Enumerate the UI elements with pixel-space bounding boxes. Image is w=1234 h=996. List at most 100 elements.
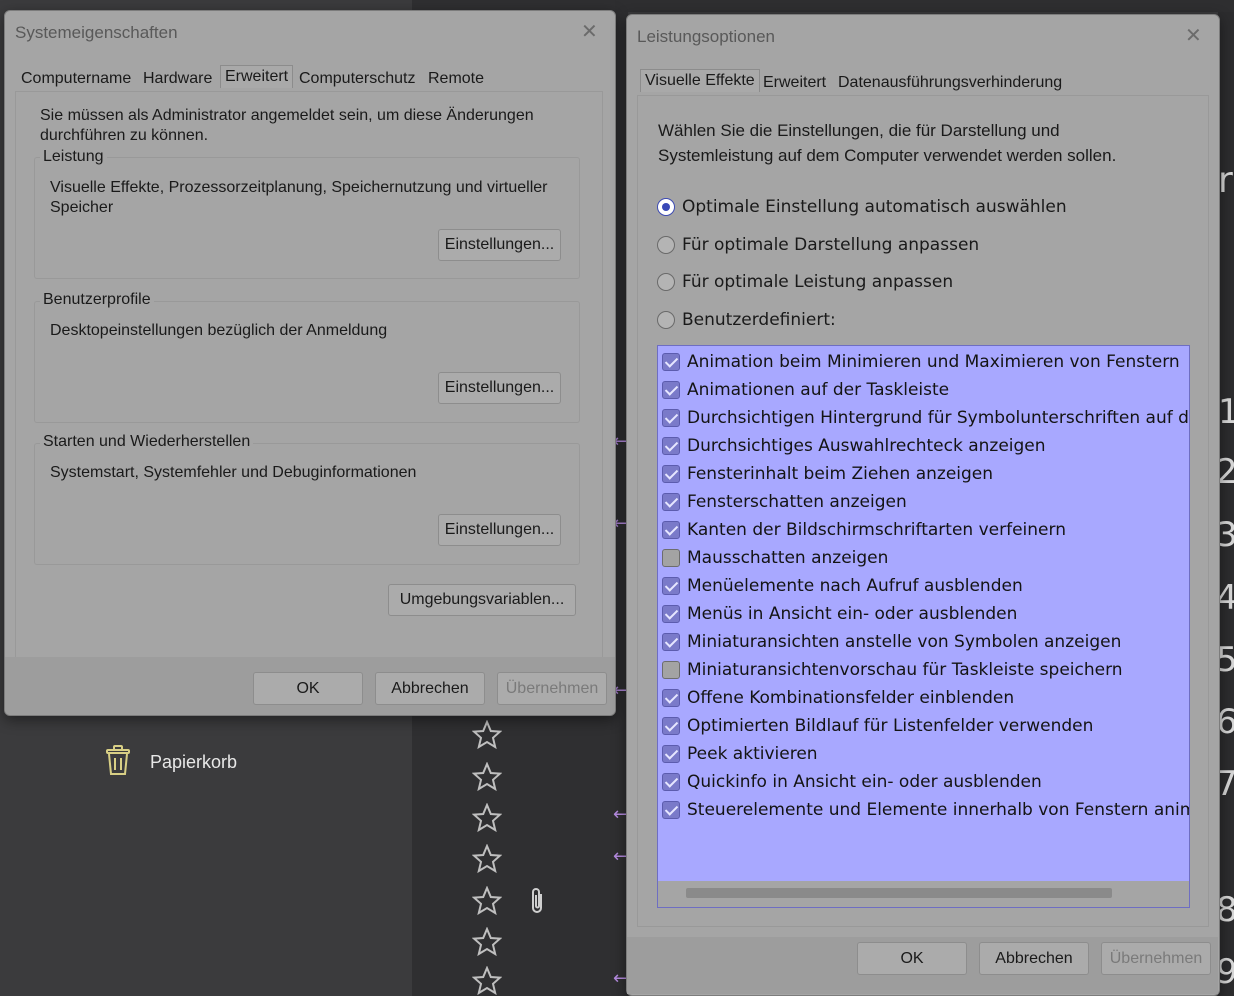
list-item[interactable]: Menüs in Ansicht ein- oder ausblenden (662, 600, 1017, 628)
checkbox[interactable] (662, 437, 680, 455)
radio-button[interactable] (657, 236, 675, 254)
background-top-strip (615, 0, 1234, 12)
checkbox[interactable] (662, 801, 680, 819)
checkbox[interactable] (662, 353, 680, 371)
list-item-label: Animationen auf der Taskleiste (687, 380, 950, 400)
star-icon[interactable] (472, 966, 502, 996)
list-item[interactable]: Miniaturansichtenvorschau für Taskleiste… (662, 656, 1123, 684)
radio-best-performance[interactable]: Für optimale Leistung anpassen (657, 272, 953, 292)
tab-computerschutz[interactable]: Computerschutz (299, 70, 416, 88)
star-icon[interactable] (472, 886, 502, 916)
list-item[interactable]: Quickinfo in Ansicht ein- oder ausblende… (662, 768, 1042, 796)
background-glyph: ra (1218, 160, 1234, 201)
checkbox[interactable] (662, 661, 680, 679)
checkbox[interactable] (662, 493, 680, 511)
list-item[interactable]: Offene Kombinationsfelder einblenden (662, 684, 1014, 712)
benutzerprofile-settings-button[interactable]: Einstellungen... (438, 372, 561, 404)
list-item[interactable]: Fensterschatten anzeigen (662, 488, 907, 516)
list-item[interactable]: Durchsichtiges Auswahlrechteck anzeigen (662, 432, 1046, 460)
checkbox[interactable] (662, 717, 680, 735)
list-item[interactable]: Fensterinhalt beim Ziehen anzeigen (662, 460, 993, 488)
checkbox[interactable] (662, 745, 680, 763)
tab-hardware[interactable]: Hardware (143, 70, 212, 88)
list-item-label: Miniaturansichtenvorschau für Taskleiste… (687, 660, 1123, 680)
checkbox[interactable] (662, 689, 680, 707)
list-item[interactable]: Durchsichtigen Hintergrund für Symbolunt… (662, 404, 1189, 432)
list-item[interactable]: Optimierten Bildlauf für Listenfelder ve… (662, 712, 1093, 740)
list-item[interactable]: Menüelemente nach Aufruf ausblenden (662, 572, 1023, 600)
list-item[interactable]: Peek aktivieren (662, 740, 818, 768)
tab-remote[interactable]: Remote (428, 70, 484, 88)
radio-label: Optimale Einstellung automatisch auswähl… (682, 197, 1067, 217)
list-item-label: Durchsichtiges Auswahlrechteck anzeigen (687, 436, 1046, 456)
list-item-label: Quickinfo in Ansicht ein- oder ausblende… (687, 772, 1042, 792)
background-right-edge (1218, 0, 1234, 996)
leistung-settings-button[interactable]: Einstellungen... (438, 229, 561, 261)
list-item[interactable]: Mausschatten anzeigen (662, 544, 888, 572)
close-icon[interactable]: ✕ (581, 19, 598, 44)
radio-label: Für optimale Leistung anpassen (682, 272, 954, 292)
list-item-label: Peek aktivieren (687, 744, 818, 764)
list-item[interactable]: Miniaturansichten anstelle von Symbolen … (662, 628, 1121, 656)
list-item-label: Menüelemente nach Aufruf ausblenden (687, 576, 1023, 596)
apply-button[interactable]: Übernehmen (1101, 942, 1211, 975)
starten-settings-button[interactable]: Einstellungen... (438, 514, 561, 546)
radio-button-selected[interactable] (657, 198, 675, 216)
list-item-label: Mausschatten anzeigen (687, 548, 889, 568)
radio-best-appearance[interactable]: Für optimale Darstellung anpassen (657, 235, 979, 255)
checkbox[interactable] (662, 773, 680, 791)
close-icon[interactable]: ✕ (1185, 23, 1202, 48)
radio-custom[interactable]: Benutzerdefiniert: (657, 310, 836, 330)
star-icon[interactable] (472, 844, 502, 874)
cancel-button[interactable]: Abbrechen (375, 672, 485, 705)
radio-button[interactable] (657, 311, 675, 329)
checkbox[interactable] (662, 521, 680, 539)
attachment-icon (532, 888, 542, 913)
list-item-label: Kanten der Bildschirmschriftarten verfei… (687, 520, 1066, 540)
checkbox[interactable] (662, 409, 680, 427)
system-properties-window: Systemeigenschaften ✕ Computername Hardw… (4, 10, 616, 716)
checkbox[interactable] (662, 577, 680, 595)
radio-button[interactable] (657, 273, 675, 291)
star-icon[interactable] (472, 720, 502, 750)
checkbox[interactable] (662, 549, 680, 567)
tab-computername[interactable]: Computername (21, 70, 131, 88)
checkbox[interactable] (662, 605, 680, 623)
list-item-label: Optimierten Bildlauf für Listenfelder ve… (687, 716, 1094, 736)
list-item-label: Steuerelemente und Elemente innerhalb vo… (687, 800, 1190, 820)
list-item[interactable]: Kanten der Bildschirmschriftarten verfei… (662, 516, 1066, 544)
star-icon[interactable] (472, 762, 502, 792)
star-icon[interactable] (472, 803, 502, 833)
visual-effects-list[interactable]: Animation beim Minimieren und Maximieren… (657, 345, 1190, 908)
horizontal-scrollbar[interactable] (658, 881, 1189, 907)
radio-auto[interactable]: Optimale Einstellung automatisch auswähl… (657, 197, 1067, 217)
cancel-button[interactable]: Abbrechen (979, 942, 1089, 975)
group-benutzerprofile (34, 301, 580, 423)
radio-label: Benutzerdefiniert: (682, 310, 836, 330)
checkbox[interactable] (662, 381, 680, 399)
apply-button[interactable]: Übernehmen (497, 672, 607, 705)
trash-icon (104, 744, 132, 780)
recycle-bin-label: Papierkorb (150, 751, 238, 772)
scrollbar-thumb[interactable] (686, 888, 1112, 898)
group-label-starten: Starten und Wiederherstellen (40, 433, 254, 451)
tab-visuelle-effekte[interactable]: Visuelle Effekte (640, 69, 760, 92)
tab-datenausfuehrungsverhinderung[interactable]: Datenausführungsverhinderung (838, 74, 1062, 92)
checkbox[interactable] (662, 465, 680, 483)
ok-button[interactable]: OK (253, 672, 363, 705)
ok-button[interactable]: OK (857, 942, 967, 975)
window-title: Leistungsoptionen (637, 27, 776, 46)
list-item-label: Fensterschatten anzeigen (687, 492, 907, 512)
list-item[interactable]: Animation beim Minimieren und Maximieren… (662, 348, 1180, 376)
environment-variables-button[interactable]: Umgebungsvariablen... (388, 584, 576, 616)
recycle-bin-item[interactable]: Papierkorb (104, 744, 237, 780)
star-icon[interactable] (472, 927, 502, 957)
tab-erweitert[interactable]: Erweitert (220, 65, 294, 88)
list-item[interactable]: Animationen auf der Taskleiste (662, 376, 949, 404)
background-glyph: 1 (1218, 392, 1234, 432)
list-item[interactable]: Steuerelemente und Elemente innerhalb vo… (662, 796, 1190, 824)
window-title: Systemeigenschaften (15, 23, 178, 42)
tab-erweitert[interactable]: Erweitert (763, 74, 826, 92)
checkbox[interactable] (662, 633, 680, 651)
list-item-label: Animation beim Minimieren und Maximieren… (687, 352, 1180, 372)
